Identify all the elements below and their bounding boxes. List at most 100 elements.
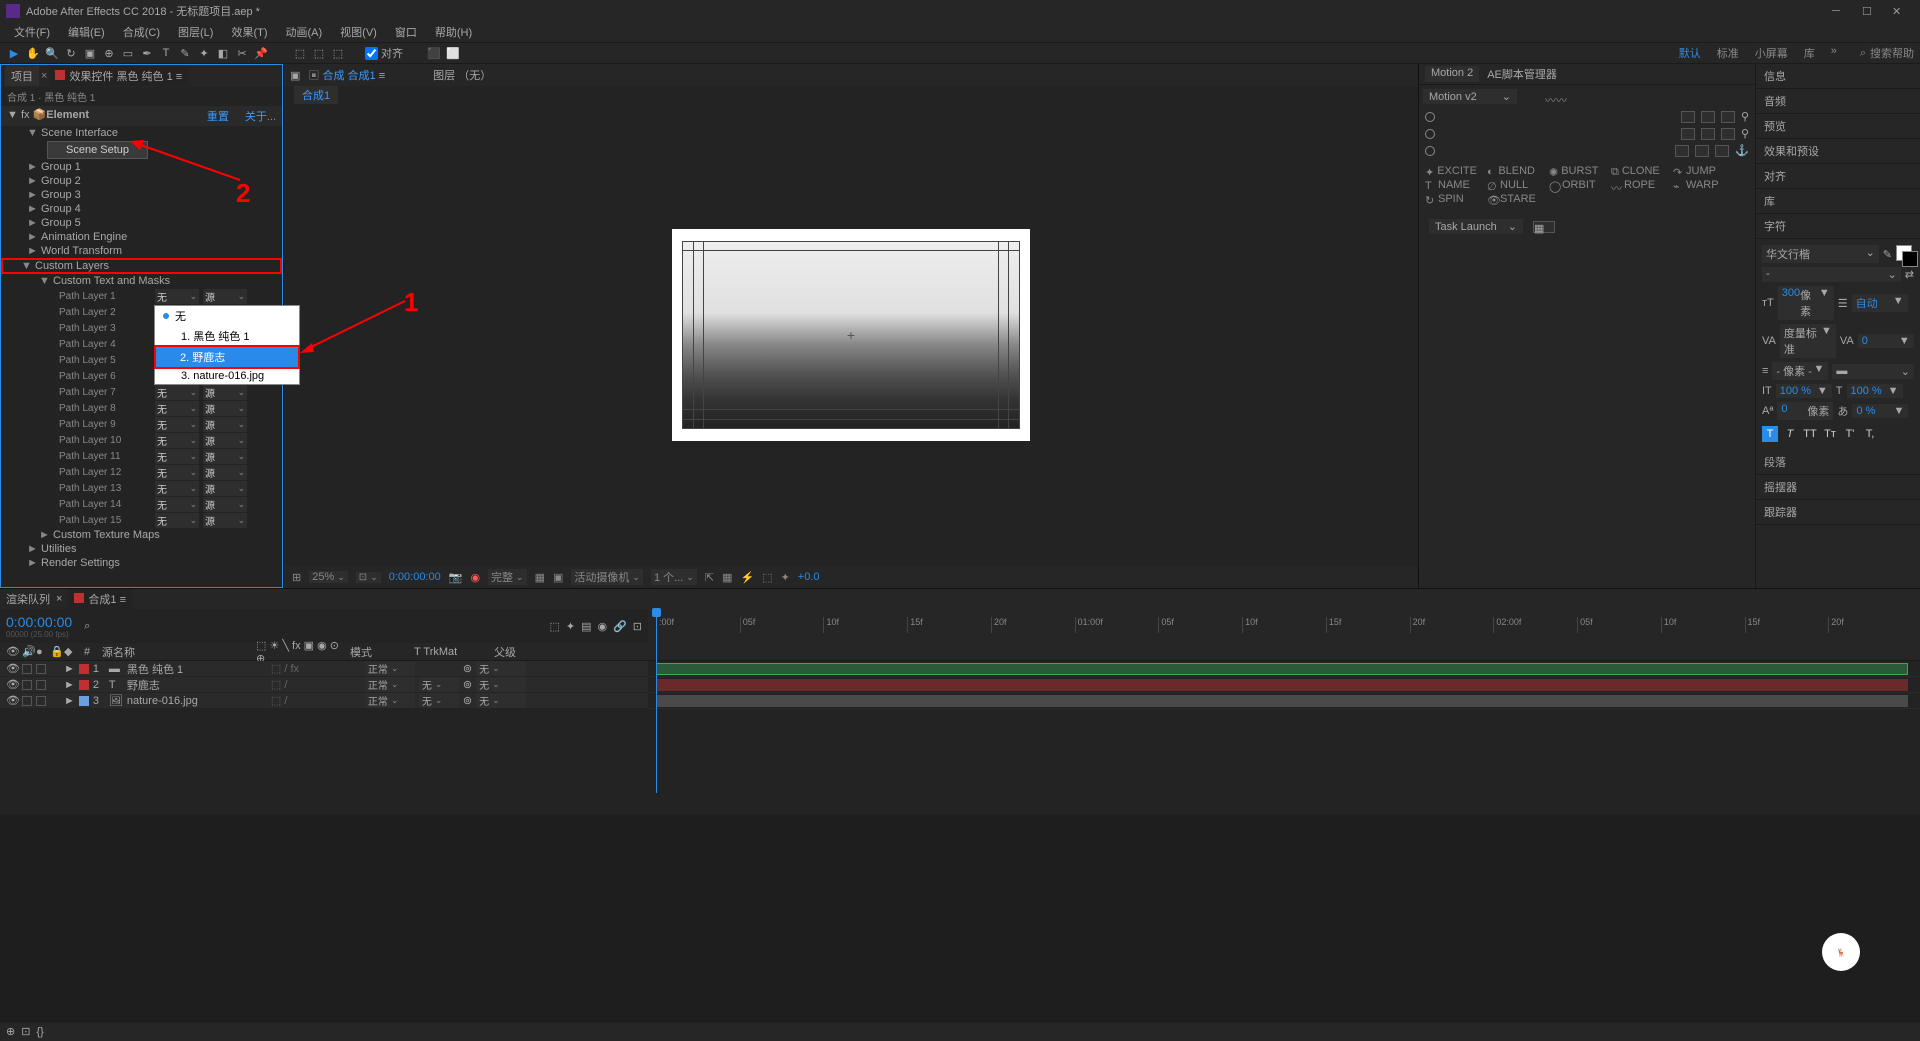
layer-parent-dropdown[interactable]: 无: [476, 661, 526, 676]
timeline-comp-tab[interactable]: 合成1 ≡: [68, 589, 132, 609]
btn-c3[interactable]: [1715, 145, 1729, 157]
action-warp[interactable]: ⌁WARP: [1673, 179, 1721, 191]
utilities[interactable]: ►Utilities: [1, 542, 282, 556]
action-jump[interactable]: ↷JUMP: [1673, 165, 1721, 177]
scene-interface-row[interactable]: ▼Scene Interface: [1, 126, 282, 140]
fast-preview-icon[interactable]: ⚡: [740, 571, 754, 584]
btn-a2[interactable]: [1701, 111, 1715, 123]
resolution-dropdown[interactable]: 完整: [488, 569, 527, 585]
baseline-input[interactable]: 0像素: [1777, 402, 1833, 420]
layer-solo-toggle[interactable]: [36, 696, 46, 706]
col-solo-icon[interactable]: ●: [36, 646, 46, 658]
path-layer-dd2[interactable]: 源: [203, 513, 247, 528]
preview-panel-header[interactable]: 预览: [1756, 114, 1920, 139]
parent-pickwhip-icon[interactable]: ⊚: [463, 694, 472, 707]
menu-layer[interactable]: 图层(L): [170, 22, 221, 42]
dropdown-option-1[interactable]: 1. 黑色 纯色 1: [155, 326, 299, 346]
puppet-tool-icon[interactable]: 📌: [253, 45, 269, 61]
action-spin[interactable]: ↻SPIN: [1425, 193, 1473, 205]
eyedropper-icon[interactable]: ✎: [1883, 248, 1892, 261]
layer-name[interactable]: nature-016.jpg: [127, 695, 267, 707]
view-axis-icon[interactable]: ⬚: [330, 45, 346, 61]
hand-tool-icon[interactable]: ✋: [25, 45, 41, 61]
workspace-small[interactable]: 小屏幕: [1755, 45, 1788, 61]
paragraph-panel-header[interactable]: 段落: [1756, 450, 1920, 475]
layer-name[interactable]: 黑色 纯色 1: [127, 661, 267, 677]
effect-controls-tab[interactable]: 效果控件 黑色 纯色 1 ≡: [49, 66, 188, 86]
layer-twirl[interactable]: ►: [64, 663, 75, 675]
time-ruler[interactable]: :00f05f10f15f20f01:00f05f10f15f20f02:00f…: [656, 617, 1912, 633]
search-layers-input[interactable]: ⌕: [84, 620, 90, 633]
parent-pickwhip-icon[interactable]: ⊚: [463, 662, 472, 675]
menu-composition[interactable]: 合成(C): [115, 22, 168, 42]
layer-trkmat-dropdown[interactable]: 无: [419, 677, 459, 692]
col-audio-icon[interactable]: 🔊: [22, 645, 32, 658]
layer-name[interactable]: 野鹿志: [127, 677, 267, 693]
layer-mode-dropdown[interactable]: 正常: [365, 693, 415, 708]
workspace-standard[interactable]: 标准: [1717, 45, 1739, 61]
action-orbit[interactable]: ◯ORBIT: [1549, 179, 1597, 191]
share-icon[interactable]: ⇱: [705, 571, 714, 584]
font-size-input[interactable]: 300像素▼: [1778, 286, 1834, 320]
layer-solo-toggle[interactable]: [36, 664, 46, 674]
group-2[interactable]: ►Group 2: [1, 174, 282, 188]
timecode-display[interactable]: 0:00:00:00: [6, 614, 72, 630]
effect-header[interactable]: ▼ fx 📦Element: [7, 108, 89, 124]
swap-colors-icon[interactable]: ⇄: [1905, 268, 1914, 281]
action-clone[interactable]: ⧉CLONE: [1611, 165, 1659, 177]
tl-icon-6[interactable]: ⊡: [633, 620, 642, 633]
exposure-value[interactable]: +0.0: [798, 571, 820, 583]
text-tool-icon[interactable]: T: [158, 45, 174, 61]
path-layer-dd1[interactable]: 无: [155, 433, 199, 448]
time-display[interactable]: 0:00:00:00: [389, 571, 441, 583]
comp-tab[interactable]: ▣ 合成 合成1 ≡: [308, 67, 385, 83]
snapshot-icon[interactable]: 📷: [449, 571, 463, 584]
custom-texture-maps[interactable]: ►Custom Texture Maps: [1, 528, 282, 542]
project-tab[interactable]: 项目: [5, 66, 39, 86]
menu-help[interactable]: 帮助(H): [427, 22, 480, 42]
menu-view[interactable]: 视图(V): [332, 22, 385, 42]
selection-tool-icon[interactable]: ▶: [6, 45, 22, 61]
tracking-input[interactable]: 0▼: [1858, 334, 1914, 348]
stroke-color[interactable]: [1902, 251, 1918, 267]
brush-tool-icon[interactable]: ✎: [177, 45, 193, 61]
path-layer-dd1[interactable]: 无: [155, 417, 199, 432]
anchor3-icon[interactable]: ⚓: [1735, 144, 1749, 157]
layer-visibility-icon[interactable]: 👁: [6, 662, 18, 675]
tl-icon-1[interactable]: ⬚: [549, 620, 559, 633]
motion2-tab[interactable]: Motion 2: [1425, 66, 1479, 82]
group-1[interactable]: ►Group 1: [1, 160, 282, 174]
current-time-indicator[interactable]: [656, 609, 657, 793]
stroke-width-input[interactable]: - 像素 -▼: [1772, 362, 1828, 380]
layer-switches[interactable]: ⬚ /: [271, 678, 361, 691]
path-layer-dd2[interactable]: 源: [203, 465, 247, 480]
path-layer-dd2[interactable]: 源: [203, 385, 247, 400]
subscript-button[interactable]: T,: [1862, 426, 1878, 442]
search-help-field[interactable]: 搜索帮助: [1870, 45, 1914, 61]
footer-icon[interactable]: ⊞: [292, 571, 301, 584]
layer-visibility-icon[interactable]: 👁: [6, 678, 18, 691]
custom-layers[interactable]: ▼Custom Layers: [1, 258, 282, 274]
effects-presets-header[interactable]: 效果和预设: [1756, 139, 1920, 164]
character-panel-header[interactable]: 字符: [1756, 214, 1920, 239]
effect-about[interactable]: 关于...: [245, 111, 276, 123]
layer-row-3[interactable]: 👁 ► 3 🖼 nature-016.jpg ⬚ / 正常 无 ⊚ 无: [0, 693, 1920, 709]
comp-subtab[interactable]: 合成1: [294, 86, 338, 104]
path-layer-dd1[interactable]: 无: [155, 497, 199, 512]
anchor-icon[interactable]: ⚲: [1741, 110, 1749, 123]
ae-script-tab[interactable]: AE脚本管理器: [1487, 66, 1557, 82]
btn-c2[interactable]: [1695, 145, 1709, 157]
menu-effect[interactable]: 效果(T): [223, 22, 275, 42]
radio-2[interactable]: [1425, 129, 1435, 139]
path-layer-dd1[interactable]: 无: [155, 513, 199, 528]
font-style-dropdown[interactable]: -⌄: [1762, 267, 1901, 282]
tl-icon-5[interactable]: 🔗: [613, 620, 627, 633]
motion-version-dropdown[interactable]: Motion v2⌄: [1423, 89, 1517, 104]
layer-parent-dropdown[interactable]: 无: [476, 677, 526, 692]
layer-row-2[interactable]: 👁 ► 2 T 野鹿志 ⬚ / 正常 无 ⊚ 无: [0, 677, 1920, 693]
stroke-type-dropdown[interactable]: ▬⌄: [1832, 364, 1914, 379]
draft-icon[interactable]: ▦: [722, 571, 732, 584]
italic-button[interactable]: T: [1782, 426, 1798, 442]
comp-viewer[interactable]: [672, 229, 1030, 441]
path-layer-dd2[interactable]: 源: [203, 417, 247, 432]
